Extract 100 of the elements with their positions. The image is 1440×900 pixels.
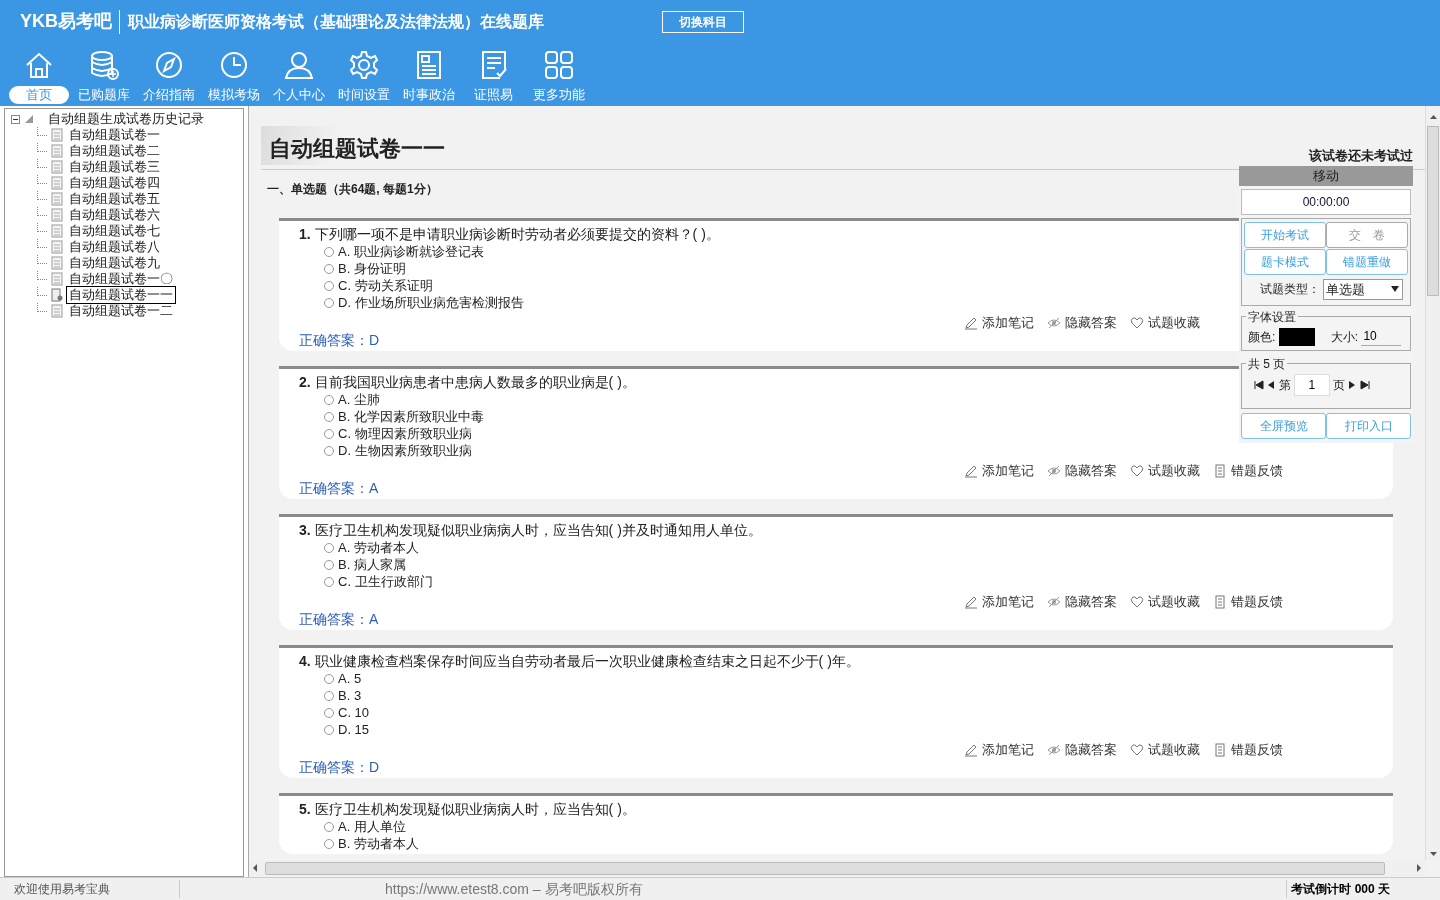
action-link[interactable]: 隐藏答案 <box>1047 463 1117 479</box>
pencil-icon <box>964 743 978 757</box>
size-field[interactable]: 10 <box>1361 327 1402 346</box>
pencil-icon <box>964 316 978 330</box>
eye-icon <box>1047 595 1061 609</box>
tree-item[interactable]: 自动组题试卷二 <box>67 143 162 159</box>
dropdown-caret-icon <box>1390 285 1401 294</box>
tree-item[interactable]: 自动组题试卷八 <box>67 239 162 255</box>
action-link[interactable]: 隐藏答案 <box>1047 315 1117 331</box>
correct-answer: 正确答案：A <box>299 610 379 628</box>
exam-status: 该试卷还未考试过 <box>1309 146 1413 165</box>
option-label: A. 用人单位 <box>338 818 406 835</box>
countdown-text: 考试倒计时 000 天 <box>1286 880 1390 898</box>
eye-icon <box>1047 316 1061 330</box>
heart-icon <box>1130 316 1144 330</box>
pencil-icon <box>964 464 978 478</box>
document-icon <box>51 144 63 158</box>
gear-icon <box>347 49 380 81</box>
color-label: 颜色: <box>1248 328 1276 346</box>
heart-icon <box>1130 595 1144 609</box>
action-link[interactable]: 添加笔记 <box>964 315 1034 331</box>
action-link[interactable]: 添加笔记 <box>964 742 1034 758</box>
document-icon <box>51 160 63 174</box>
horizontal-scrollbar-thumb[interactable] <box>265 861 1385 875</box>
status-text: 欢迎使用易考宝典 <box>0 880 180 898</box>
group-label: 共 5 页 <box>1246 355 1288 373</box>
document-icon <box>51 176 63 190</box>
option-label: B. 劳动者本人 <box>338 835 419 852</box>
page-label: 页 <box>1333 377 1345 394</box>
tree-root-label[interactable]: 自动组题生成试卷历史记录 <box>46 111 206 127</box>
option-label: C. 物理因素所致职业病 <box>338 425 472 442</box>
page-field[interactable]: 1 <box>1293 374 1330 396</box>
move-handle[interactable]: 移动 <box>1239 166 1413 186</box>
pencil-icon <box>964 595 978 609</box>
question-text: 3. 医疗卫生机构发现疑似职业病病人时，应当告知( )并及时通知用人单位。 <box>299 521 762 539</box>
notebook-icon <box>1213 464 1227 478</box>
notebook-icon <box>1213 743 1227 757</box>
tree-item[interactable]: 自动组题试卷一一 <box>67 287 175 303</box>
action-link[interactable]: 错题反馈 <box>1213 463 1283 479</box>
action-link[interactable]: 添加笔记 <box>964 463 1034 479</box>
option-label: B. 3 <box>338 687 362 704</box>
option-label: C. 卫生行政部门 <box>338 573 433 590</box>
tree-item[interactable]: 自动组题试卷六 <box>67 207 162 223</box>
notebook-icon <box>1213 595 1227 609</box>
vertical-scrollbar-thumb[interactable] <box>1427 125 1439 296</box>
page-label: 第 <box>1278 377 1291 394</box>
timer-display: 00:00:00 <box>1241 188 1411 215</box>
last-page-icon[interactable] <box>1359 380 1370 390</box>
triangle-icon <box>24 114 34 124</box>
question-text: 2. 目前我国职业病患者中患病人数最多的职业病是( )。 <box>299 373 636 391</box>
correct-answer: 正确答案：A <box>299 479 379 497</box>
document-icon <box>51 304 63 318</box>
option-label: D. 作业场所职业病危害检测报告 <box>338 294 524 311</box>
action-link[interactable]: 试题收藏 <box>1130 594 1200 610</box>
option-label: C. 10 <box>338 704 370 721</box>
question-text: 4. 职业健康检查档案保存时间应当自劳动者最后一次职业健康检查结束之日起不少于( )年。 <box>299 652 860 670</box>
action-link[interactable]: 试题收藏 <box>1130 463 1200 479</box>
correct-answer: 正确答案：D <box>299 331 380 349</box>
document-icon <box>51 208 63 222</box>
grid-icon <box>542 49 575 81</box>
document-icon <box>51 256 63 270</box>
action-link[interactable]: 添加笔记 <box>964 594 1034 610</box>
action-link[interactable]: 隐藏答案 <box>1047 742 1117 758</box>
tree-item[interactable]: 自动组题试卷七 <box>67 223 162 239</box>
person-icon <box>282 49 315 81</box>
action-link[interactable]: 错题反馈 <box>1213 742 1283 758</box>
group-label: 字体设置 <box>1246 308 1298 326</box>
eye-icon <box>1047 464 1061 478</box>
action-link[interactable]: 错题反馈 <box>1213 594 1283 610</box>
tree-item[interactable]: 自动组题试卷五 <box>67 191 162 207</box>
option-label: B. 化学因素所致职业中毒 <box>338 408 484 425</box>
option-label: A. 职业病诊断就诊登记表 <box>338 243 484 260</box>
color-swatch[interactable] <box>1278 327 1315 346</box>
tree-item[interactable]: 自动组题试卷四 <box>67 175 162 191</box>
previous-page-icon[interactable] <box>1267 380 1276 390</box>
option-label: C. 劳动关系证明 <box>338 277 433 294</box>
section-heading: 一、单选题（共64题, 每题1分） <box>267 181 439 198</box>
document-icon <box>51 240 63 254</box>
option-label: A. 尘肺 <box>338 391 380 408</box>
document-icon <box>51 192 63 206</box>
document-icon <box>51 128 63 142</box>
action-link[interactable]: 隐藏答案 <box>1047 594 1117 610</box>
collapse-icon[interactable] <box>11 114 20 124</box>
document-icon <box>51 272 63 286</box>
logo: YKB易考吧 <box>20 10 112 33</box>
first-page-icon[interactable] <box>1254 380 1264 390</box>
action-link[interactable]: 试题收藏 <box>1130 315 1200 331</box>
tree-item[interactable]: 自动组题试卷三 <box>67 159 162 175</box>
type-label: 试题类型： <box>1260 281 1320 299</box>
action-link[interactable]: 试题收藏 <box>1130 742 1200 758</box>
app-title: 职业病诊断医师资格考试（基础理论及法律法规）在线题库 <box>118 9 544 34</box>
option-label: B. 病人家属 <box>338 556 406 573</box>
correct-answer: 正确答案：D <box>299 758 380 776</box>
copyright-text: https://www.etest8.com – 易考吧版权所有 <box>385 879 643 899</box>
type-select[interactable]: 单选题 <box>1323 278 1404 300</box>
tree-item[interactable]: 自动组题试卷一二 <box>67 303 175 319</box>
tree-item[interactable]: 自动组题试卷九 <box>67 255 162 271</box>
tree-item[interactable]: 自动组题试卷一〇 <box>67 271 175 287</box>
next-page-icon[interactable] <box>1348 380 1357 390</box>
tree-item[interactable]: 自动组题试卷一 <box>67 127 162 143</box>
